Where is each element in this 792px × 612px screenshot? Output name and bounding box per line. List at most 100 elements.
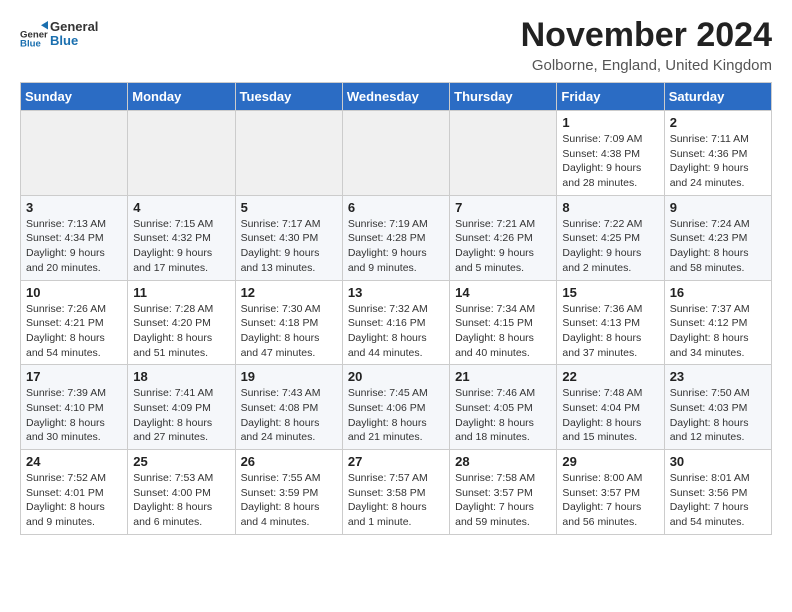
day-info: Sunrise: 7:30 AM Sunset: 4:18 PM Dayligh… <box>241 302 337 361</box>
calendar-cell: 11 Sunrise: 7:28 AM Sunset: 4:20 PM Dayli… <box>128 280 235 365</box>
day-info: Sunrise: 7:53 AM Sunset: 4:00 PM Dayligh… <box>133 471 229 530</box>
calendar-cell: 29 Sunrise: 8:00 AM Sunset: 3:57 PM Dayli… <box>557 450 664 535</box>
logo-icon: General Blue <box>20 20 48 48</box>
day-number: 12 <box>241 285 337 300</box>
day-info: Sunrise: 7:43 AM Sunset: 4:08 PM Dayligh… <box>241 386 337 445</box>
calendar-table: Sunday Monday Tuesday Wednesday Thursday… <box>20 82 772 535</box>
calendar-cell: 17Sunrise: 7:39 AM Sunset: 4:10 PM Dayli… <box>21 365 128 450</box>
day-info: Sunrise: 7:32 AM Sunset: 4:16 PM Dayligh… <box>348 302 444 361</box>
logo: General Blue General Blue <box>20 20 98 49</box>
day-info: Sunrise: 8:01 AM Sunset: 3:56 PM Dayligh… <box>670 471 766 530</box>
day-number: 13 <box>348 285 444 300</box>
day-info: Sunrise: 7:21 AM Sunset: 4:26 PM Dayligh… <box>455 217 551 276</box>
calendar-cell: 12 Sunrise: 7:30 AM Sunset: 4:18 PM Dayli… <box>235 280 342 365</box>
day-number: 29 <box>562 454 658 469</box>
calendar-cell: 24 Sunrise: 7:52 AM Sunset: 4:01 PM Dayli… <box>21 450 128 535</box>
calendar-cell: 26 Sunrise: 7:55 AM Sunset: 3:59 PM Dayli… <box>235 450 342 535</box>
day-info: Sunrise: 7:34 AM Sunset: 4:15 PM Dayligh… <box>455 302 551 361</box>
calendar-cell: 8Sunrise: 7:22 AM Sunset: 4:25 PM Daylig… <box>557 195 664 280</box>
day-number: 18 <box>133 369 229 384</box>
day-info: Sunrise: 7:50 AM Sunset: 4:03 PM Dayligh… <box>670 386 766 445</box>
calendar-cell: 30 Sunrise: 8:01 AM Sunset: 3:56 PM Dayli… <box>664 450 771 535</box>
calendar-cell: 23 Sunrise: 7:50 AM Sunset: 4:03 PM Dayli… <box>664 365 771 450</box>
day-number: 22 <box>562 369 658 384</box>
col-friday: Friday <box>557 83 664 111</box>
day-number: 5 <box>241 200 337 215</box>
calendar-cell: 20 Sunrise: 7:45 AM Sunset: 4:06 PM Dayli… <box>342 365 449 450</box>
calendar-week-row: 1 Sunrise: 7:09 AM Sunset: 4:38 PM Daylig… <box>21 111 772 196</box>
day-number: 19 <box>241 369 337 384</box>
day-number: 30 <box>670 454 766 469</box>
day-number: 9 <box>670 200 766 215</box>
calendar-cell: 28 Sunrise: 7:58 AM Sunset: 3:57 PM Dayli… <box>450 450 557 535</box>
day-info: Sunrise: 7:15 AM Sunset: 4:32 PM Dayligh… <box>133 217 229 276</box>
calendar-cell: 10Sunrise: 7:26 AM Sunset: 4:21 PM Dayli… <box>21 280 128 365</box>
day-info: Sunrise: 7:11 AM Sunset: 4:36 PM Dayligh… <box>670 132 766 191</box>
col-thursday: Thursday <box>450 83 557 111</box>
calendar-cell: 21 Sunrise: 7:46 AM Sunset: 4:05 PM Dayli… <box>450 365 557 450</box>
day-number: 26 <box>241 454 337 469</box>
calendar-cell: 9 Sunrise: 7:24 AM Sunset: 4:23 PM Daylig… <box>664 195 771 280</box>
day-info: Sunrise: 7:13 AM Sunset: 4:34 PM Dayligh… <box>26 217 122 276</box>
day-info: Sunrise: 7:41 AM Sunset: 4:09 PM Dayligh… <box>133 386 229 445</box>
day-number: 21 <box>455 369 551 384</box>
calendar-week-row: 17Sunrise: 7:39 AM Sunset: 4:10 PM Dayli… <box>21 365 772 450</box>
calendar-cell: 16 Sunrise: 7:37 AM Sunset: 4:12 PM Dayli… <box>664 280 771 365</box>
day-info: Sunrise: 7:57 AM Sunset: 3:58 PM Dayligh… <box>348 471 444 530</box>
day-info: Sunrise: 7:26 AM Sunset: 4:21 PM Dayligh… <box>26 302 122 361</box>
calendar-cell: 18 Sunrise: 7:41 AM Sunset: 4:09 PM Dayli… <box>128 365 235 450</box>
day-number: 1 <box>562 115 658 130</box>
day-info: Sunrise: 7:55 AM Sunset: 3:59 PM Dayligh… <box>241 471 337 530</box>
title-block: November 2024 Golborne, England, United … <box>521 16 772 74</box>
calendar-week-row: 3Sunrise: 7:13 AM Sunset: 4:34 PM Daylig… <box>21 195 772 280</box>
day-info: Sunrise: 7:58 AM Sunset: 3:57 PM Dayligh… <box>455 471 551 530</box>
calendar-cell: 22Sunrise: 7:48 AM Sunset: 4:04 PM Dayli… <box>557 365 664 450</box>
day-info: Sunrise: 7:37 AM Sunset: 4:12 PM Dayligh… <box>670 302 766 361</box>
col-wednesday: Wednesday <box>342 83 449 111</box>
day-info: Sunrise: 7:46 AM Sunset: 4:05 PM Dayligh… <box>455 386 551 445</box>
calendar-cell: 25 Sunrise: 7:53 AM Sunset: 4:00 PM Dayli… <box>128 450 235 535</box>
svg-text:Blue: Blue <box>20 39 41 49</box>
calendar-cell <box>21 111 128 196</box>
calendar-cell: 6Sunrise: 7:19 AM Sunset: 4:28 PM Daylig… <box>342 195 449 280</box>
day-info: Sunrise: 7:24 AM Sunset: 4:23 PM Dayligh… <box>670 217 766 276</box>
day-info: Sunrise: 7:19 AM Sunset: 4:28 PM Dayligh… <box>348 217 444 276</box>
calendar-cell: 2Sunrise: 7:11 AM Sunset: 4:36 PM Daylig… <box>664 111 771 196</box>
day-number: 14 <box>455 285 551 300</box>
calendar-week-row: 10Sunrise: 7:26 AM Sunset: 4:21 PM Dayli… <box>21 280 772 365</box>
calendar-cell: 15Sunrise: 7:36 AM Sunset: 4:13 PM Dayli… <box>557 280 664 365</box>
calendar-cell: 19 Sunrise: 7:43 AM Sunset: 4:08 PM Dayli… <box>235 365 342 450</box>
day-info: Sunrise: 8:00 AM Sunset: 3:57 PM Dayligh… <box>562 471 658 530</box>
day-number: 20 <box>348 369 444 384</box>
day-info: Sunrise: 7:39 AM Sunset: 4:10 PM Dayligh… <box>26 386 122 445</box>
day-info: Sunrise: 7:17 AM Sunset: 4:30 PM Dayligh… <box>241 217 337 276</box>
day-number: 11 <box>133 285 229 300</box>
col-tuesday: Tuesday <box>235 83 342 111</box>
day-number: 23 <box>670 369 766 384</box>
calendar-cell: 3Sunrise: 7:13 AM Sunset: 4:34 PM Daylig… <box>21 195 128 280</box>
day-number: 25 <box>133 454 229 469</box>
calendar-cell <box>450 111 557 196</box>
day-info: Sunrise: 7:09 AM Sunset: 4:38 PM Dayligh… <box>562 132 658 191</box>
col-sunday: Sunday <box>21 83 128 111</box>
calendar-cell: 7 Sunrise: 7:21 AM Sunset: 4:26 PM Daylig… <box>450 195 557 280</box>
calendar-week-row: 24 Sunrise: 7:52 AM Sunset: 4:01 PM Dayli… <box>21 450 772 535</box>
day-number: 16 <box>670 285 766 300</box>
day-number: 28 <box>455 454 551 469</box>
day-number: 7 <box>455 200 551 215</box>
day-number: 24 <box>26 454 122 469</box>
calendar-cell: 4Sunrise: 7:15 AM Sunset: 4:32 PM Daylig… <box>128 195 235 280</box>
page-header: General Blue General Blue November 2024 … <box>20 16 772 74</box>
calendar-subtitle: Golborne, England, United Kingdom <box>521 57 772 74</box>
day-info: Sunrise: 7:45 AM Sunset: 4:06 PM Dayligh… <box>348 386 444 445</box>
calendar-title: November 2024 <box>521 16 772 55</box>
calendar-cell: 14 Sunrise: 7:34 AM Sunset: 4:15 PM Dayli… <box>450 280 557 365</box>
day-number: 27 <box>348 454 444 469</box>
day-info: Sunrise: 7:52 AM Sunset: 4:01 PM Dayligh… <box>26 471 122 530</box>
calendar-cell: 5 Sunrise: 7:17 AM Sunset: 4:30 PM Daylig… <box>235 195 342 280</box>
calendar-cell <box>128 111 235 196</box>
day-info: Sunrise: 7:28 AM Sunset: 4:20 PM Dayligh… <box>133 302 229 361</box>
calendar-cell <box>342 111 449 196</box>
col-monday: Monday <box>128 83 235 111</box>
calendar-cell <box>235 111 342 196</box>
